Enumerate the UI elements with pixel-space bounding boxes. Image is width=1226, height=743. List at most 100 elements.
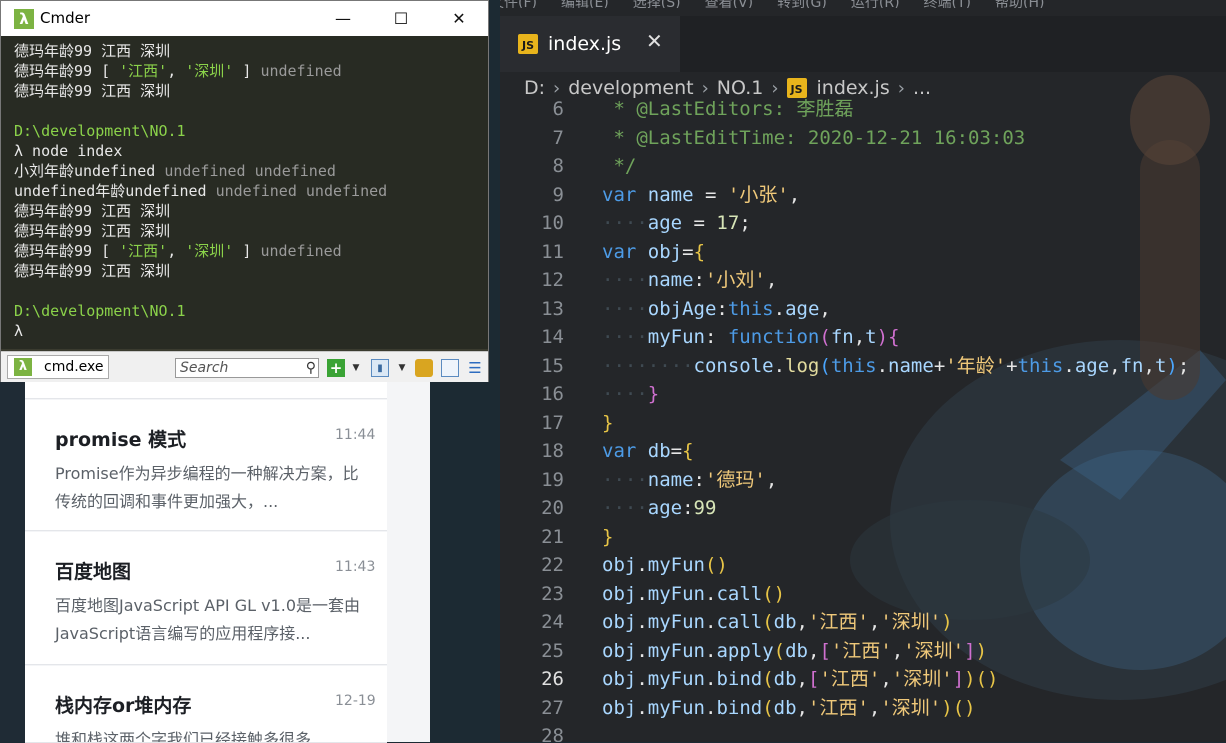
code-token: log <box>785 354 820 377</box>
search-input[interactable]: Search ⚲ <box>175 358 319 378</box>
console-text: undefined undefined <box>215 182 388 200</box>
line-number: 20 <box>541 497 564 519</box>
line-number: 14 <box>541 326 564 348</box>
code-line: 19 ····name:'德玛', <box>500 466 1226 495</box>
list-item[interactable] <box>25 380 387 399</box>
menu-icon[interactable]: ☰ <box>466 359 484 377</box>
code-token: , <box>868 696 881 719</box>
code-token: ; <box>1177 354 1190 377</box>
code-token: = <box>670 440 683 462</box>
line-number: 22 <box>541 554 564 576</box>
article-list: promise 模式 11:44 Promise作为异步编程的一种解决方案，比传… <box>25 380 430 743</box>
code-token: fn <box>1120 354 1144 377</box>
code-text: var name = '小张', <box>602 181 800 210</box>
line-number: 17 <box>541 411 564 434</box>
code-token: = <box>682 212 717 234</box>
code-token: [ <box>819 639 831 662</box>
console-line: 小刘年龄undefined undefined undefined <box>14 161 336 181</box>
code-line: 16 ····} <box>500 380 1226 409</box>
code-text: var obj={ <box>602 238 705 267</box>
console-text: '江西' <box>119 62 168 80</box>
article-excerpt: 百度地图JavaScript API GL v1.0是一套由JavaScript… <box>55 596 361 643</box>
article-excerpt: Promise作为异步编程的一种解决方案，比传统的回调和事件更加强大，... <box>55 464 359 511</box>
console-line: D:\development\NO.1 <box>14 301 186 321</box>
code-token: : <box>716 297 728 320</box>
code-token: age <box>647 497 683 519</box>
code-token: , <box>796 611 808 633</box>
code-token: db <box>785 639 808 662</box>
code-token: 99 <box>693 497 717 519</box>
code-token: obj <box>602 668 637 690</box>
line-number: 27 <box>541 696 564 719</box>
minimize-button[interactable]: — <box>323 6 363 31</box>
code-token: 17 <box>716 212 740 234</box>
code-token: db <box>773 696 797 719</box>
console-text: '江西' <box>119 242 168 260</box>
code-token: this <box>727 297 774 320</box>
code-token: . <box>636 554 648 576</box>
code-token: . <box>773 354 786 377</box>
console-text: λ node index <box>14 142 123 160</box>
dropdown-arrow-icon[interactable]: ▼ <box>393 359 411 377</box>
list-item[interactable]: promise 模式 11:44 Promise作为异步编程的一种解决方案，比传… <box>25 400 387 531</box>
console-text: 德玛年龄99 江西 深圳 <box>14 42 171 60</box>
code-token: = <box>693 183 728 206</box>
code-token: obj <box>602 639 637 662</box>
maximize-button[interactable]: ☐ <box>381 6 421 31</box>
code-line: 18 var db={ <box>500 437 1226 466</box>
line-number: 6 <box>552 98 564 120</box>
code-text: obj.myFun.bind(db,'江西','深圳')() <box>602 694 976 723</box>
code-token: bind <box>716 696 763 719</box>
console-output[interactable]: 德玛年龄99 江西 深圳 德玛年龄99 [ '江西', '深圳' ] undefi… <box>1 36 488 349</box>
code-token: () <box>952 696 976 719</box>
cmder-statusbar: λ cmd.exe Search ⚲ + ▼ ▮ ▼ ☰ <box>1 351 488 382</box>
code-text: * @LastEditors: 李胜磊 <box>602 95 853 124</box>
code-token: , <box>807 639 820 662</box>
code-token: ) <box>975 639 988 662</box>
console-line: 德玛年龄99 [ '江西', '深圳' ] undefined <box>14 241 342 261</box>
code-line: 14 ····myFun: function(fn,t){ <box>500 323 1226 352</box>
code-token: '江西' <box>830 639 892 662</box>
console-tab[interactable]: λ cmd.exe <box>7 355 109 379</box>
list-item[interactable]: 百度地图 11:43 百度地图JavaScript API GL v1.0是一套… <box>25 532 387 665</box>
code-token: ( <box>819 326 831 348</box>
close-button[interactable]: ✕ <box>439 6 479 31</box>
code-token: myFun <box>647 554 705 576</box>
line-number: 8 <box>552 155 564 177</box>
code-token: : <box>704 326 728 348</box>
console-list-icon[interactable]: ▮ <box>371 359 389 377</box>
console-text: D:\development\NO.1 <box>14 122 186 140</box>
new-console-icon[interactable]: + <box>327 359 345 377</box>
close-icon[interactable]: ✕ <box>646 29 663 53</box>
line-number: 15 <box>541 354 564 377</box>
dropdown-arrow-icon[interactable]: ▼ <box>347 359 365 377</box>
code-text: ····name:'德玛', <box>602 466 777 495</box>
lock-icon[interactable] <box>415 359 433 377</box>
code-token: * @LastEditTime: 2020-12-21 16:03:03 <box>602 126 1026 149</box>
code-token: ; <box>739 212 751 234</box>
console-text: ] <box>233 62 261 80</box>
code-line: 13 ····objAge:this.age, <box>500 295 1226 324</box>
code-token: , <box>1109 354 1121 377</box>
lambda-icon: λ <box>14 358 32 376</box>
split-view-icon[interactable] <box>441 359 459 377</box>
code-area[interactable]: 6 * @LastEditors: 李胜磊 7 * @LastEditTime: … <box>500 95 1226 742</box>
code-text: var db={ <box>602 437 694 466</box>
code-line: 12 ····name:'小刘', <box>500 266 1226 295</box>
code-text: ········console.log(this.name+'年龄'+this.… <box>602 352 1189 381</box>
window-titlebar[interactable]: λ Cmder — ☐ ✕ <box>1 1 488 36</box>
console-text: 德玛年龄99 江西 深圳 <box>14 222 171 240</box>
list-item[interactable]: 栈内存or堆内存 12-19 堆和栈这两个字我们已经接触多很多 <box>25 666 387 743</box>
code-token: this <box>830 354 877 377</box>
code-token: , <box>765 468 778 491</box>
line-number: 16 <box>541 383 564 405</box>
code-token: : <box>693 269 705 291</box>
console-text: '深圳' <box>185 242 234 260</box>
tab-index-js[interactable]: JS index.js ✕ <box>500 16 680 72</box>
code-token: } <box>647 383 660 405</box>
code-token: , <box>819 297 831 320</box>
code-line: 27 obj.myFun.bind(db,'江西','深圳')() <box>500 694 1226 723</box>
code-text: obj.myFun.call() <box>602 580 785 609</box>
line-number: 23 <box>541 582 564 605</box>
code-text: ····age:99 <box>602 494 716 523</box>
